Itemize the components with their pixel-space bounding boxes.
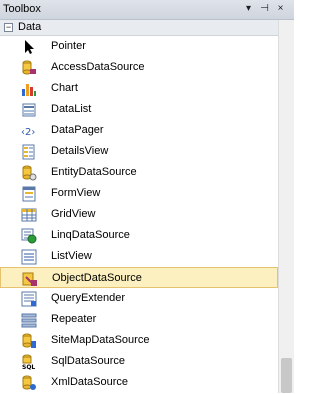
group-label: Data bbox=[18, 21, 42, 33]
toolbox-item-formview[interactable]: FormView bbox=[0, 183, 278, 204]
datapager-icon: ‹2› bbox=[21, 123, 37, 139]
toolbox-item-label: DataList bbox=[51, 103, 92, 115]
pointer-icon bbox=[21, 39, 37, 55]
toolbox-panel: − Data Pointer AccessDataSource Chart DataL… bbox=[0, 20, 278, 393]
toolbox-item-gridview[interactable]: GridView bbox=[0, 204, 278, 225]
sql-datasource-icon: SQL bbox=[21, 354, 37, 371]
svg-text:‹2›: ‹2› bbox=[21, 127, 35, 138]
toolbox-item-label: DetailsView bbox=[51, 145, 109, 157]
toolbox-title-bar: Toolbox ▾ ⊣ × bbox=[0, 0, 294, 20]
group-header-data[interactable]: − Data bbox=[0, 20, 278, 36]
toolbox-item-repeater[interactable]: Repeater bbox=[0, 309, 278, 330]
toolbox-item-label: QueryExtender bbox=[51, 292, 125, 304]
window-title: Toolbox bbox=[3, 3, 41, 15]
repeater-icon bbox=[21, 312, 37, 328]
toolbox-item-queryextender[interactable]: QueryExtender bbox=[0, 288, 278, 309]
dropdown-icon[interactable]: ▾ bbox=[242, 2, 255, 16]
toolbox-item-label: DataPager bbox=[51, 124, 104, 136]
toolbox-item-label: SqlDataSource bbox=[51, 355, 125, 367]
toolbox-item-label: Pointer bbox=[51, 40, 86, 52]
toolbox-item-listview[interactable]: ListView bbox=[0, 246, 278, 267]
vertical-scrollbar[interactable] bbox=[278, 20, 294, 393]
toolbox-item-label: ObjectDataSource bbox=[52, 272, 142, 284]
toolbox-item-label: FormView bbox=[51, 187, 101, 199]
xml-datasource-icon bbox=[21, 375, 37, 391]
toolbox-item-label: SiteMapDataSource bbox=[51, 334, 150, 346]
toolbox-item-linqdatasource[interactable]: LinqDataSource bbox=[0, 225, 278, 246]
listview-icon bbox=[21, 249, 37, 265]
toolbox-item-label: AccessDataSource bbox=[51, 61, 145, 73]
linq-datasource-icon bbox=[21, 228, 37, 244]
scrollbar-thumb[interactable] bbox=[281, 358, 292, 393]
toolbox-item-accessdatasource[interactable]: AccessDataSource bbox=[0, 57, 278, 78]
svg-text:SQL: SQL bbox=[22, 364, 35, 370]
toolbox-item-label: Repeater bbox=[51, 313, 97, 325]
toolbox-item-pointer[interactable]: Pointer bbox=[0, 36, 278, 57]
object-datasource-icon bbox=[22, 271, 38, 287]
gridview-icon bbox=[21, 207, 37, 223]
toolbox-item-chart[interactable]: Chart bbox=[0, 78, 278, 99]
toolbox-item-sqldatasource[interactable]: SQL SqlDataSource bbox=[0, 351, 278, 372]
toolbox-item-label: EntityDataSource bbox=[51, 166, 137, 178]
toolbox-item-detailsview[interactable]: DetailsView bbox=[0, 141, 278, 162]
toolbox-item-xmldatasource[interactable]: XmlDataSource bbox=[0, 372, 278, 393]
access-datasource-icon bbox=[21, 60, 37, 76]
sitemap-datasource-icon bbox=[21, 333, 37, 349]
toolbox-item-objectdatasource[interactable]: ObjectDataSource bbox=[0, 267, 278, 288]
close-icon[interactable]: × bbox=[274, 2, 287, 16]
toolbox-item-label: LinqDataSource bbox=[51, 229, 130, 241]
toolbox-item-entitydatasource[interactable]: EntityDataSource bbox=[0, 162, 278, 183]
toolbox-item-label: XmlDataSource bbox=[51, 376, 129, 388]
toolbox-item-label: GridView bbox=[51, 208, 96, 220]
toolbox-item-label: ListView bbox=[51, 250, 92, 262]
toolbox-item-label: Chart bbox=[51, 82, 78, 94]
toolbox-item-sitemapdatasource[interactable]: SiteMapDataSource bbox=[0, 330, 278, 351]
datalist-icon bbox=[21, 102, 37, 118]
entity-datasource-icon bbox=[21, 165, 37, 181]
collapse-icon[interactable]: − bbox=[4, 23, 13, 32]
toolbox-item-datalist[interactable]: DataList bbox=[0, 99, 278, 120]
queryextender-icon bbox=[21, 291, 37, 307]
formview-icon bbox=[21, 186, 37, 202]
detailsview-icon bbox=[21, 144, 37, 160]
chart-icon bbox=[21, 81, 37, 97]
pin-icon[interactable]: ⊣ bbox=[258, 2, 271, 16]
toolbox-item-datapager[interactable]: ‹2› DataPager bbox=[0, 120, 278, 141]
